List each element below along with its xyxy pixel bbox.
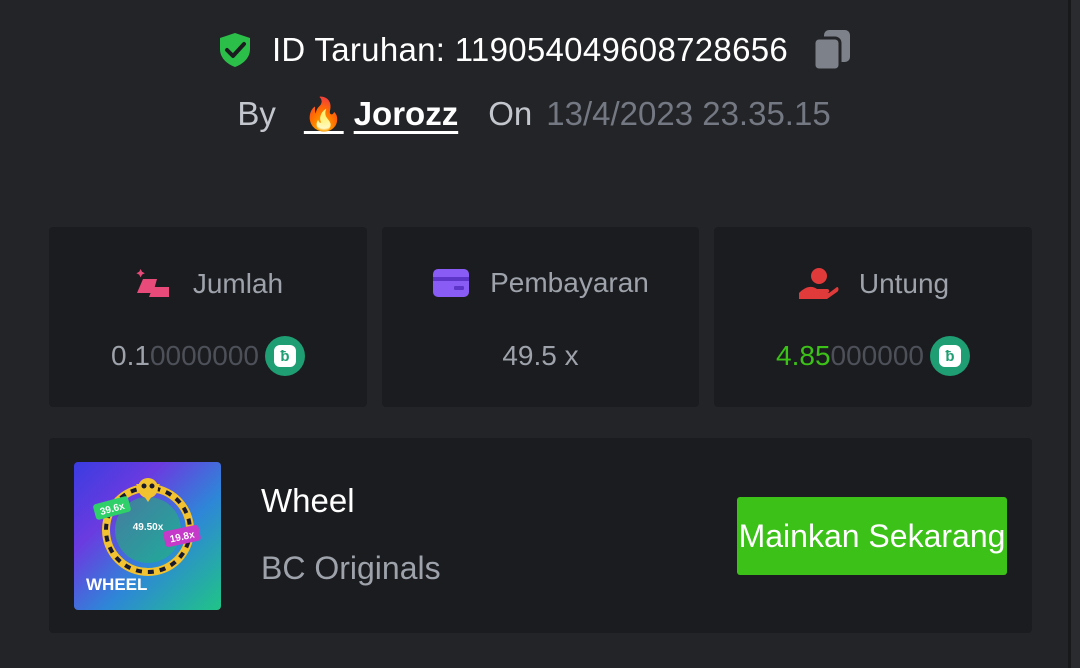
thumb-title: WHEEL (86, 575, 147, 594)
profit-header: Untung (714, 267, 1032, 301)
on-label: On (488, 95, 533, 132)
scrollbar-track[interactable] (1071, 0, 1080, 668)
profit-value-main: 4.85 (776, 340, 831, 371)
bc-coin-icon: ƀ (264, 336, 305, 376)
by-label: By (237, 95, 276, 132)
bet-meta-row: By 🔥 Jorozz On 13/4/2023 23.35.15 (0, 90, 1068, 138)
wheel-game-thumbnail[interactable]: 39.6x 49.50x 19.8x WHEEL (74, 462, 221, 610)
payout-label: Pembayaran (490, 267, 649, 298)
amount-value-trailing: 0000000 (149, 340, 259, 371)
profit-card: Untung 4.85 000000 ƀ (714, 227, 1032, 407)
username-link[interactable]: 🔥 Jorozz (304, 95, 458, 133)
profit-value-trailing: 000000 (830, 340, 924, 371)
amount-value-main: 0.1 (111, 340, 150, 371)
thumb-multiplier-2: 49.50x (133, 522, 164, 533)
amount-value: 0.1 0000000 ƀ (49, 335, 367, 377)
bc-coin-icon: ƀ (929, 336, 970, 376)
wheel-thumbnail-art: 39.6x 49.50x 19.8x WHEEL (86, 478, 201, 594)
profit-hand-icon (798, 268, 839, 299)
copy-icon[interactable] (812, 28, 852, 72)
payout-header: Pembayaran (382, 267, 699, 299)
game-card: 39.6x 49.50x 19.8x WHEEL Wheel BC Origin… (49, 438, 1032, 633)
username-text: Jorozz (353, 95, 459, 132)
fire-icon: 🔥 (303, 96, 344, 132)
game-provider: BC Originals (261, 550, 441, 586)
bet-id-text: ID Taruhan: 119054049608728656 (271, 31, 789, 68)
payout-value: 49.5 x (502, 340, 579, 371)
payout-card-icon (433, 269, 470, 297)
game-name[interactable]: Wheel (261, 482, 355, 520)
profit-label: Untung (858, 268, 950, 299)
amount-card: Jumlah 0.1 0000000 ƀ (49, 227, 367, 407)
play-now-button[interactable]: Mainkan Sekarang (737, 497, 1007, 575)
amount-header: Jumlah (49, 267, 367, 301)
bet-date: 13/4/2023 23.35.15 (546, 95, 831, 132)
amount-label: Jumlah (192, 268, 284, 299)
bet-amount-icon (136, 269, 169, 297)
bet-id-row: ID Taruhan: 119054049608728656 (0, 24, 1068, 76)
verified-shield-icon (219, 33, 250, 67)
payout-card: Pembayaran 49.5 x (382, 227, 699, 407)
profit-value: 4.85 000000 ƀ (714, 335, 1032, 377)
